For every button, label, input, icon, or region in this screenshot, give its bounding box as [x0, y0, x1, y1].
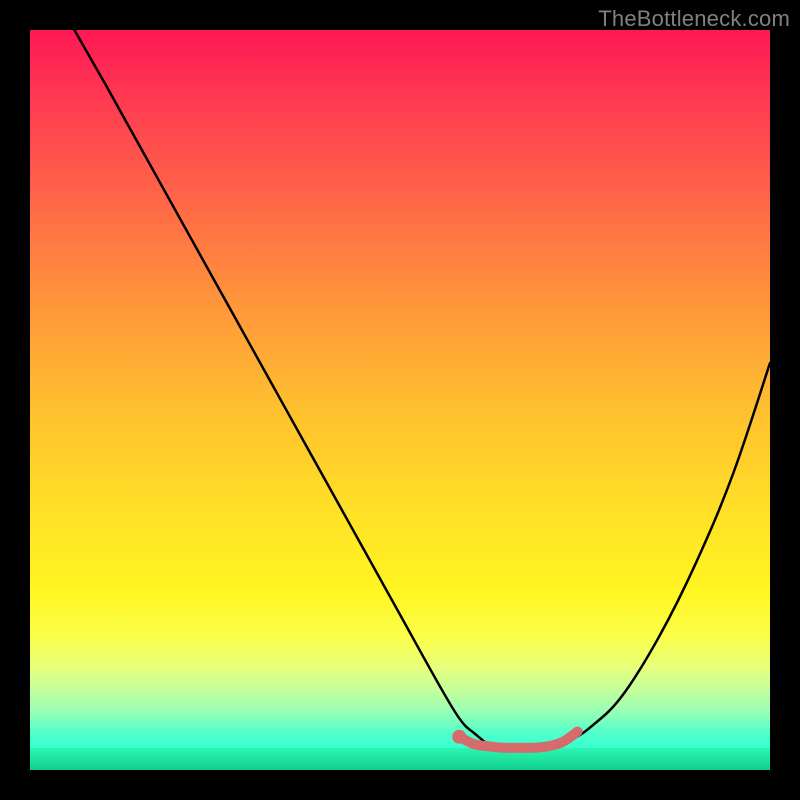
optimal-range-start-dot	[452, 730, 466, 744]
watermark-text: TheBottleneck.com	[598, 6, 790, 32]
bottleneck-curve	[74, 30, 770, 749]
chart-container: TheBottleneck.com	[0, 0, 800, 800]
plot-area	[30, 30, 770, 770]
chart-svg	[30, 30, 770, 770]
